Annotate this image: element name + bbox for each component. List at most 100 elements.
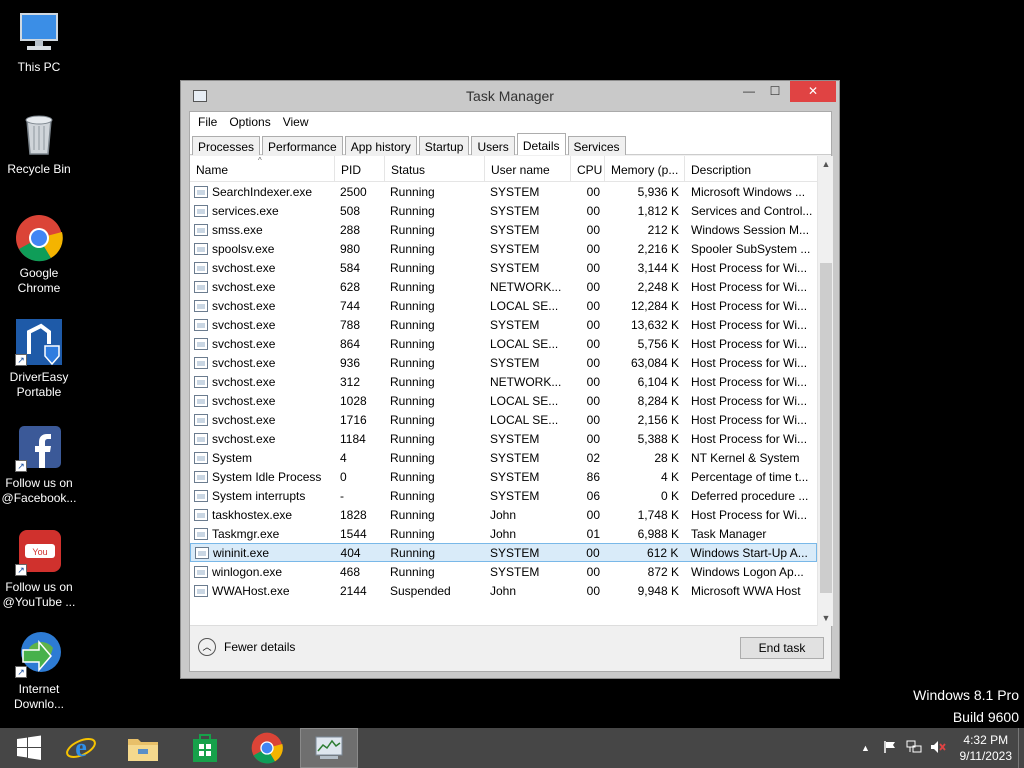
- maximize-button[interactable]: ☐: [762, 81, 788, 102]
- column-header-pid[interactable]: PID: [335, 156, 385, 181]
- start-button[interactable]: [0, 728, 58, 768]
- title-bar[interactable]: Task Manager — ☐ ✕: [181, 81, 839, 111]
- table-row[interactable]: svchost.exe 744 Running LOCAL SE... 00 12,284…: [190, 296, 817, 315]
- memory-cell: 612 K: [647, 545, 679, 560]
- tab-services[interactable]: Services: [567, 136, 626, 155]
- recycle-bin-icon: [15, 110, 63, 158]
- table-row[interactable]: System Idle Process 0 Running SYSTEM 86 4 K Pe…: [190, 467, 817, 486]
- status-cell: Running: [390, 526, 435, 541]
- network-icon[interactable]: [905, 740, 923, 756]
- minimize-button[interactable]: —: [736, 81, 762, 102]
- pid-cell: 584: [340, 260, 361, 275]
- desktop-icon-internet-download-manager[interactable]: ↗ Internet Downlo...: [0, 630, 78, 712]
- tab-performance[interactable]: Performance: [262, 136, 343, 155]
- user-cell: SYSTEM: [490, 545, 540, 560]
- tab-startup[interactable]: Startup: [418, 136, 470, 155]
- taskbar-task-manager[interactable]: [300, 728, 358, 768]
- scroll-down-icon[interactable]: ▼: [818, 610, 834, 626]
- table-row[interactable]: svchost.exe 864 Running LOCAL SE... 00 5,756 …: [190, 334, 817, 353]
- column-header-user[interactable]: User name: [485, 156, 571, 181]
- tab-app-history[interactable]: App history: [344, 136, 417, 155]
- show-hidden-icons-chevron[interactable]: ▲: [857, 740, 875, 756]
- table-row[interactable]: WWAHost.exe 2144 Suspended John 00 9,948 K Mic…: [190, 581, 817, 600]
- desktop-icon-facebook[interactable]: ↗ Follow us on @Facebook...: [0, 424, 78, 506]
- desktop-icon-recycle-bin[interactable]: Recycle Bin: [0, 110, 78, 177]
- process-name-cell: svchost.exe: [190, 337, 335, 351]
- desktop-icon-this-pc[interactable]: This PC: [0, 8, 78, 75]
- column-header-description[interactable]: Description: [685, 156, 817, 181]
- table-row[interactable]: wininit.exe 404 Running SYSTEM 00 612 K Window…: [190, 543, 817, 562]
- fewer-details-button[interactable]: ︿ Fewer details: [198, 638, 295, 656]
- pid-cell: 2144: [340, 583, 367, 598]
- description-cell: Microsoft Windows ...: [691, 184, 806, 199]
- table-row[interactable]: svchost.exe 312 Running NETWORK... 00 6,104 K…: [190, 372, 817, 391]
- close-button[interactable]: ✕: [790, 81, 836, 102]
- pid-cell: 936: [340, 355, 361, 370]
- table-row[interactable]: services.exe 508 Running SYSTEM 00 1,812 K Ser…: [190, 201, 817, 220]
- table-row[interactable]: winlogon.exe 468 Running SYSTEM 00 872 K Windo…: [190, 562, 817, 581]
- process-name-cell: svchost.exe: [190, 375, 335, 389]
- status-cell: Running: [390, 241, 435, 256]
- column-header-row: ^ Name PID Status User name CPU Memory (…: [190, 156, 833, 182]
- pid-cell: 1184: [340, 431, 366, 446]
- process-icon: [194, 565, 208, 578]
- desktop-icon-youtube[interactable]: You ↗ Follow us on @YouTube ...: [0, 528, 78, 610]
- menu-bar: File Options View: [190, 112, 831, 133]
- menu-options[interactable]: Options: [223, 112, 276, 133]
- user-cell: John: [490, 526, 517, 541]
- table-row[interactable]: spoolsv.exe 980 Running SYSTEM 00 2,216 K Spoo…: [190, 239, 817, 258]
- taskbar-chrome[interactable]: [238, 728, 296, 768]
- tab-processes[interactable]: Processes: [192, 136, 261, 155]
- menu-view[interactable]: View: [277, 112, 315, 133]
- process-name-cell: svchost.exe: [190, 356, 335, 370]
- table-row[interactable]: svchost.exe 936 Running SYSTEM 00 63,084 K Hos…: [190, 353, 817, 372]
- table-row[interactable]: svchost.exe 1184 Running SYSTEM 00 5,388 K Hos…: [190, 429, 817, 448]
- table-row[interactable]: System 4 Running SYSTEM 02 28 K NT Kernel & Sy…: [190, 448, 817, 467]
- scrollbar-thumb[interactable]: [820, 263, 832, 593]
- description-cell: Host Process for Wi...: [691, 260, 808, 275]
- tab-details[interactable]: Details: [516, 133, 566, 155]
- cpu-cell: 00: [586, 374, 600, 389]
- task-manager-window: Task Manager — ☐ ✕ File Options View Pro…: [180, 80, 840, 679]
- shortcut-arrow-icon: ↗: [15, 460, 27, 472]
- fewer-details-label: Fewer details: [224, 640, 296, 654]
- vertical-scrollbar[interactable]: ▲ ▼: [817, 156, 833, 626]
- end-task-button[interactable]: End task: [740, 637, 824, 659]
- scroll-up-icon[interactable]: ▲: [818, 156, 834, 172]
- table-row[interactable]: svchost.exe 584 Running SYSTEM 00 3,144 K Host…: [190, 258, 817, 277]
- table-row[interactable]: smss.exe 288 Running SYSTEM 00 212 K Windows S…: [190, 220, 817, 239]
- taskbar-file-explorer[interactable]: [114, 728, 172, 768]
- table-row[interactable]: svchost.exe 628 Running NETWORK... 00 2,248 K…: [190, 277, 817, 296]
- status-cell: Running: [390, 564, 435, 579]
- table-row[interactable]: svchost.exe 788 Running SYSTEM 00 13,632 K Hos…: [190, 315, 817, 334]
- table-row[interactable]: Taskmgr.exe 1544 Running John 01 6,988 K Task …: [190, 524, 817, 543]
- table-row[interactable]: System interrupts - Running SYSTEM 06 0 K Defe…: [190, 486, 817, 505]
- desktop-icon-google-chrome[interactable]: Google Chrome: [0, 214, 78, 296]
- desktop-icon-drivereasy[interactable]: ↗ DriverEasy Portable: [0, 318, 78, 400]
- taskbar-internet-explorer[interactable]: e: [52, 728, 110, 768]
- table-row[interactable]: svchost.exe 1028 Running LOCAL SE... 00 8,284…: [190, 391, 817, 410]
- column-header-status[interactable]: Status: [385, 156, 485, 181]
- process-icon: [194, 508, 208, 521]
- column-header-name[interactable]: ^ Name: [190, 156, 335, 181]
- show-desktop-button[interactable]: [1018, 728, 1024, 768]
- column-header-memory[interactable]: Memory (p...: [605, 156, 685, 181]
- memory-cell: 5,936 K: [637, 184, 679, 199]
- tab-users[interactable]: Users: [471, 136, 515, 155]
- volume-muted-icon[interactable]: [929, 740, 947, 756]
- menu-file[interactable]: File: [192, 112, 223, 133]
- cpu-cell: 00: [586, 583, 600, 598]
- memory-cell: 2,248 K: [637, 279, 679, 294]
- table-row[interactable]: svchost.exe 1716 Running LOCAL SE... 00 2,156…: [190, 410, 817, 429]
- taskbar-store[interactable]: [176, 728, 234, 768]
- cpu-cell: 00: [586, 431, 600, 446]
- column-header-cpu[interactable]: CPU: [571, 156, 605, 181]
- table-row[interactable]: taskhostex.exe 1828 Running John 00 1,748 K Ho…: [190, 505, 817, 524]
- process-icon: [194, 337, 208, 350]
- description-cell: NT Kernel & System: [691, 450, 800, 465]
- action-center-flag-icon[interactable]: [881, 740, 899, 756]
- taskbar-clock[interactable]: 4:32 PM 9/11/2023: [960, 732, 1013, 764]
- tab-strip: Processes Performance App history Startu…: [190, 133, 831, 155]
- table-row[interactable]: SearchIndexer.exe 2500 Running SYSTEM 00 5,93…: [190, 182, 817, 201]
- status-cell: Running: [390, 336, 435, 351]
